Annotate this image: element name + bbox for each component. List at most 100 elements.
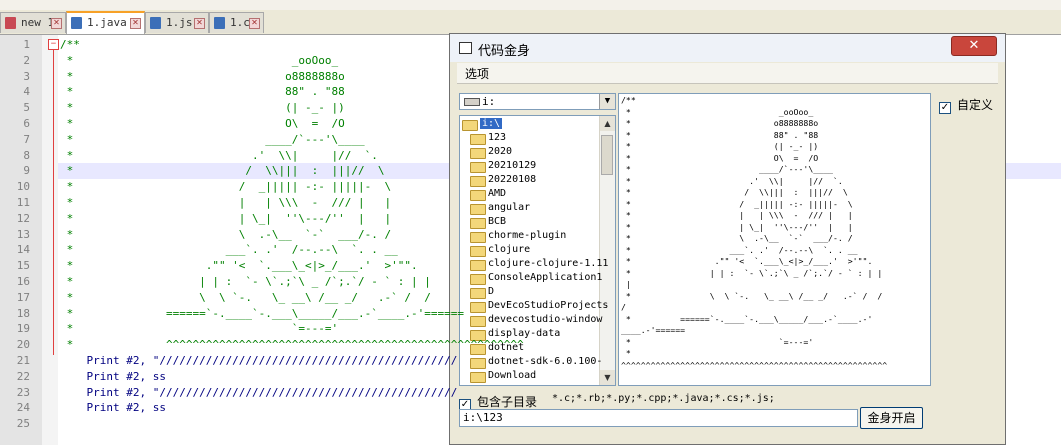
code-line: * `=---=' — [60, 322, 339, 336]
preview-line: * _ooOoo_ — [621, 106, 814, 117]
line-number: 20 — [16, 338, 30, 352]
tree-item[interactable]: clojure — [470, 243, 530, 257]
close-tab-icon[interactable]: ✕ — [130, 18, 141, 29]
line-number: 22 — [16, 369, 30, 383]
tab-label: 1.js — [166, 16, 193, 29]
code-line: Print #2, ss — [60, 369, 166, 383]
code-line: * | \_| ''\---/'' | | — [60, 211, 392, 225]
line-number: 4 — [23, 85, 30, 99]
close-tab-icon[interactable]: ✕ — [249, 18, 260, 29]
dialog-titlebar[interactable]: 代码金身 ✕ — [450, 34, 1005, 62]
tab-1-java[interactable]: 1.java ✕ — [66, 11, 145, 34]
tree-item[interactable]: BCB — [470, 215, 506, 229]
tree-item-label: ConsoleApplication1 — [488, 272, 603, 283]
tree-item[interactable]: Download — [470, 369, 536, 383]
line-number: 14 — [16, 243, 30, 257]
file-icon — [214, 17, 225, 29]
code-line: * \ \ `-. \_ __\ /__ _/ .-` / / — [60, 290, 431, 304]
folder-icon — [470, 288, 486, 299]
folder-icon — [470, 274, 486, 285]
folder-icon — [470, 372, 486, 383]
tab-1-c[interactable]: 1.c ✕ — [209, 12, 264, 33]
folder-icon — [470, 358, 486, 369]
tree-item-label: devecostudio-window — [488, 314, 603, 325]
code-line: * / \\||| : |||// \ — [60, 164, 385, 178]
apply-button[interactable]: 金身开启 — [860, 407, 923, 429]
tree-item[interactable]: ConsoleApplication1 — [470, 271, 602, 285]
preview-line: * | | : `- \`.;`\ _ /`;.`/ - ` : | | — [621, 267, 883, 278]
close-button[interactable]: ✕ — [951, 36, 997, 56]
preview-line: * ____/`---'\____ — [621, 164, 833, 174]
chevron-down-icon[interactable]: ▼ — [599, 94, 615, 109]
tree-item[interactable]: clojure-clojure-1.11 — [470, 257, 608, 271]
tab-1-js[interactable]: 1.js ✕ — [145, 12, 209, 33]
line-number: 13 — [16, 227, 30, 241]
file-icon — [71, 17, 82, 29]
tree-item-label: D — [488, 286, 495, 297]
scroll-down-icon[interactable]: ▼ — [600, 370, 615, 385]
code-line: * / _||||| -:- |||||- \ — [60, 180, 392, 194]
tree-item[interactable]: AMD — [470, 187, 506, 201]
code-line: * _ooOoo_ — [60, 53, 339, 67]
preview-line: * | \_| ''\---/'' | | — [621, 221, 853, 232]
folder-icon — [470, 204, 486, 215]
tree-item-label: Download — [488, 370, 537, 381]
folder-icon — [470, 148, 486, 159]
tree-item-label: 20220108 — [488, 174, 537, 185]
preview-line: * 88" . "88 — [621, 129, 819, 140]
preview-line: * — [621, 348, 631, 358]
line-number: 9 — [23, 164, 30, 178]
tree-item[interactable]: 123 — [470, 131, 506, 145]
scroll-thumb[interactable] — [601, 135, 613, 175]
preview-line: * `=---=' — [621, 336, 814, 347]
line-number: 19 — [16, 322, 30, 336]
tree-item[interactable]: DevEcoStudioProjects — [470, 299, 608, 313]
menu-options[interactable]: 选项 — [465, 65, 489, 82]
include-subdir-label: 包含子目录 — [477, 395, 538, 409]
tree-item-root[interactable]: i:\ — [462, 117, 503, 131]
file-icon — [150, 17, 161, 29]
preview-line: / — [621, 302, 626, 312]
scroll-up-icon[interactable]: ▲ — [600, 116, 615, 131]
folder-icon — [470, 260, 486, 271]
tree-item[interactable]: devecostudio-window — [470, 313, 602, 327]
tree-item[interactable]: chorme-plugin — [470, 229, 566, 243]
folder-icon — [470, 302, 486, 313]
drive-select[interactable]: i: ▼ — [459, 93, 616, 110]
tree-item[interactable]: angular — [470, 201, 530, 215]
close-tab-icon[interactable]: ✕ — [194, 18, 205, 29]
tab-new-1[interactable]: new 1 ✕ — [0, 12, 66, 33]
preview-line: * \ .-\__ `-` ___/-. / — [621, 233, 853, 243]
code-golden-body-dialog: 代码金身 ✕ 选项 i: ▼ ▲ ▼ i:\ 123 2020 20210129 202… — [449, 33, 1006, 445]
tree-item-label: clojure-clojure-1.11 — [488, 258, 609, 269]
drive-icon — [464, 98, 480, 106]
fold-toggle-icon[interactable]: − — [48, 39, 59, 50]
code-line: * .' \\| |// `. — [60, 148, 378, 162]
preview-line: * ======`-.____`-.___\_____/___.-`____.-… — [621, 313, 873, 324]
tree-item-label: clojure — [488, 244, 531, 255]
code-line: * (| -_- |) — [60, 101, 345, 115]
extension-filter: *.c;*.rb;*.py;*.cpp;*.java;*.cs;*.js; — [552, 393, 775, 404]
preview-line: * \ \ `-. \_ __\ /__ _/ .-` / / — [621, 290, 883, 301]
close-tab-icon[interactable]: ✕ — [51, 18, 62, 29]
tree-item[interactable]: D — [470, 285, 494, 299]
path-input[interactable]: i:\123 — [459, 409, 858, 427]
code-line: * ____/`---'\____ — [60, 132, 365, 146]
folder-icon — [470, 218, 486, 229]
preview-line: ____.-'====== — [621, 325, 686, 335]
custom-checkbox[interactable]: ✓ 自定义 — [939, 96, 993, 114]
tree-item[interactable]: dotnet-sdk-6.0.100- — [470, 355, 602, 369]
tree-scrollbar[interactable]: ▲ ▼ — [599, 116, 615, 385]
code-line: Print #2, "/////////////////////////////… — [60, 385, 458, 399]
tree-item-label: angular — [488, 202, 531, 213]
code-line: * \ .-\__ `-` ___/-. / — [60, 227, 392, 241]
tree-item[interactable]: 20220108 — [470, 173, 536, 187]
line-number: 16 — [16, 275, 30, 288]
line-number: 11 — [16, 196, 30, 209]
tree-item-label: 20210129 — [488, 160, 537, 171]
tree-item[interactable]: 20210129 — [470, 159, 536, 173]
line-number: 17 — [16, 290, 30, 304]
checkbox-icon[interactable]: ✓ — [939, 102, 951, 114]
tree-item[interactable]: 2020 — [470, 145, 512, 159]
file-modified-icon — [5, 17, 16, 29]
